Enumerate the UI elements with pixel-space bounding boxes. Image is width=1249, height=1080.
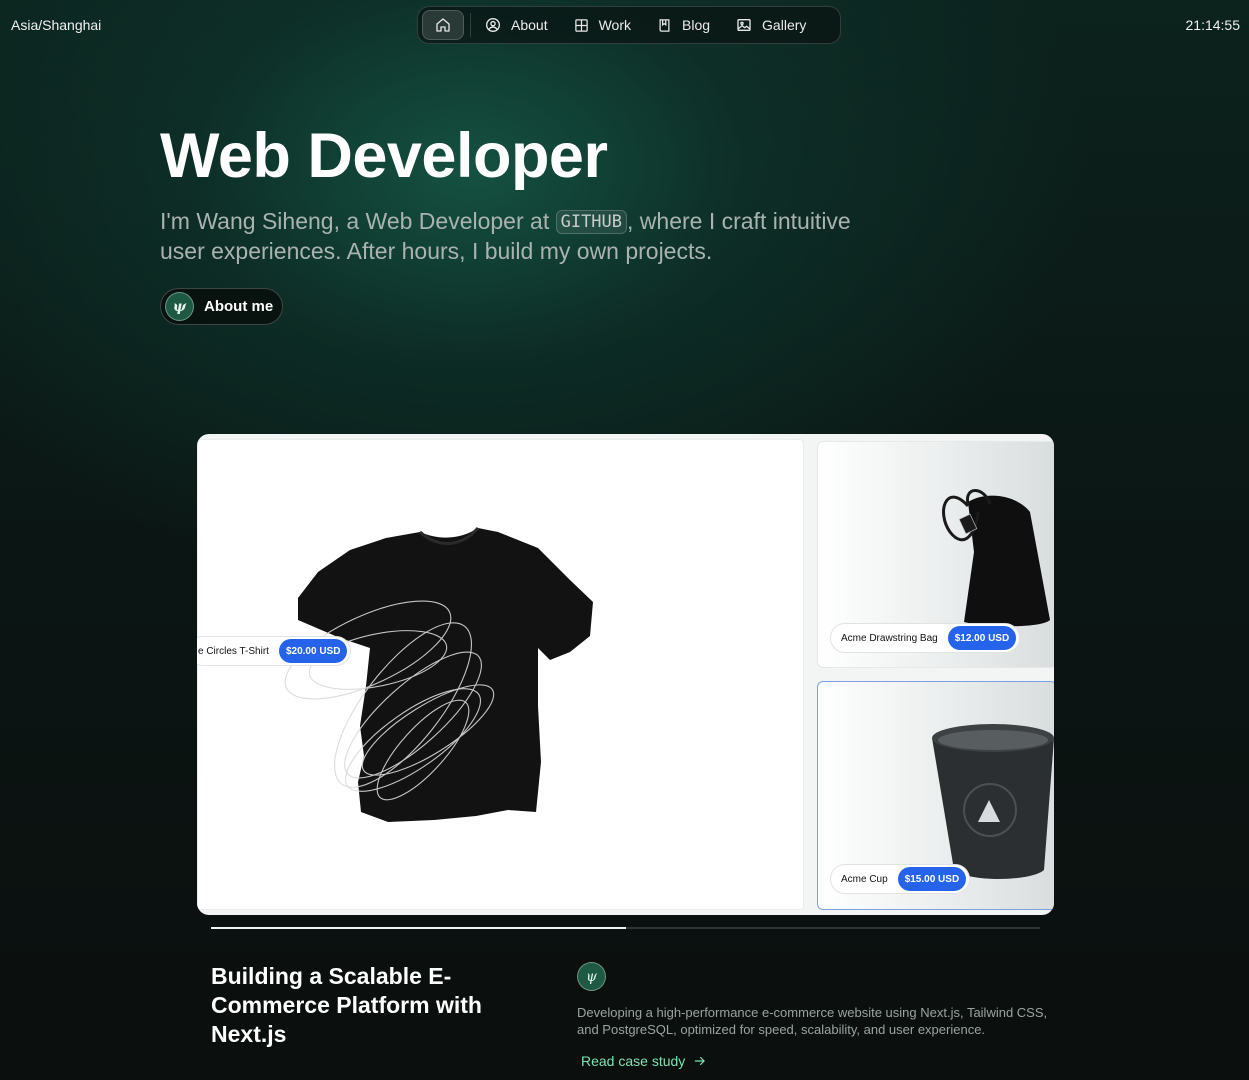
carousel-progress[interactable] [211, 927, 1040, 929]
product-tag-tshirt[interactable]: e Circles T-Shirt $20.00 USD [197, 636, 352, 666]
book-icon [659, 18, 670, 32]
nav-item-work[interactable]: Work [566, 10, 639, 40]
timezone-label: Asia/Shanghai [11, 17, 102, 33]
product-name: Acme Cup [841, 873, 888, 885]
nav-item-about[interactable]: About [477, 10, 556, 40]
nav-item-label: Work [598, 17, 632, 33]
project-title: Building a Scalable E-Commerce Platform … [211, 963, 482, 1047]
nav-item-label: Gallery [762, 17, 807, 33]
nav-item-label: Blog [682, 17, 711, 33]
read-case-study-label: Read case study [581, 1053, 686, 1069]
nav-home-button[interactable] [422, 10, 464, 40]
project-description: Developing a high-performance e-commerce… [577, 1005, 1048, 1037]
tshirt-product-panel: e Circles T-Shirt $20.00 USD [197, 439, 804, 910]
tshirt-image [284, 526, 593, 822]
grid-icon [574, 18, 588, 32]
about-me-button[interactable]: ψ About me [160, 288, 283, 325]
main-nav: About Work Blog Gallery [417, 6, 841, 44]
nav-item-label: About [511, 17, 548, 33]
clock: 21:14:55 [1185, 17, 1241, 33]
company-badge[interactable]: GITHUB [555, 210, 628, 234]
read-case-study-link[interactable]: Read case study [581, 1053, 707, 1069]
product-tag-cup[interactable]: Acme Cup $15.00 USD [830, 864, 971, 894]
nav-divider [470, 13, 471, 37]
user-circle-icon [486, 18, 500, 32]
bag-product-panel: Acme Drawstring Bag $12.00 USD [817, 441, 1054, 668]
product-name: e Circles T-Shirt [198, 645, 269, 657]
price-badge: $20.00 USD [278, 639, 348, 663]
image-icon [737, 19, 751, 31]
cup-product-panel: Acme Cup $15.00 USD [817, 681, 1054, 910]
avatar: ψ [165, 292, 194, 321]
product-name: Acme Drawstring Bag [841, 632, 938, 644]
intro-text-start: I'm Wang Siheng, a Web Developer at [160, 208, 556, 234]
price-badge: $15.00 USD [897, 867, 967, 891]
carousel-progress-fill [211, 927, 626, 929]
nav-item-gallery[interactable]: Gallery [728, 10, 814, 40]
product-tag-bag[interactable]: Acme Drawstring Bag $12.00 USD [830, 623, 1021, 653]
price-badge: $12.00 USD [947, 626, 1017, 650]
nav-item-blog[interactable]: Blog [649, 10, 718, 40]
project-showcase-image[interactable]: e Circles T-Shirt $20.00 USD Acme Drawst… [197, 434, 1054, 915]
home-icon [436, 18, 450, 32]
hero-intro: I'm Wang Siheng, a Web Developer at GITH… [160, 207, 880, 266]
arrow-right-icon [695, 1056, 706, 1066]
about-me-label: About me [204, 298, 274, 315]
page-title: Web Developer [160, 121, 608, 191]
project-author-avatar: ψ [577, 962, 606, 991]
